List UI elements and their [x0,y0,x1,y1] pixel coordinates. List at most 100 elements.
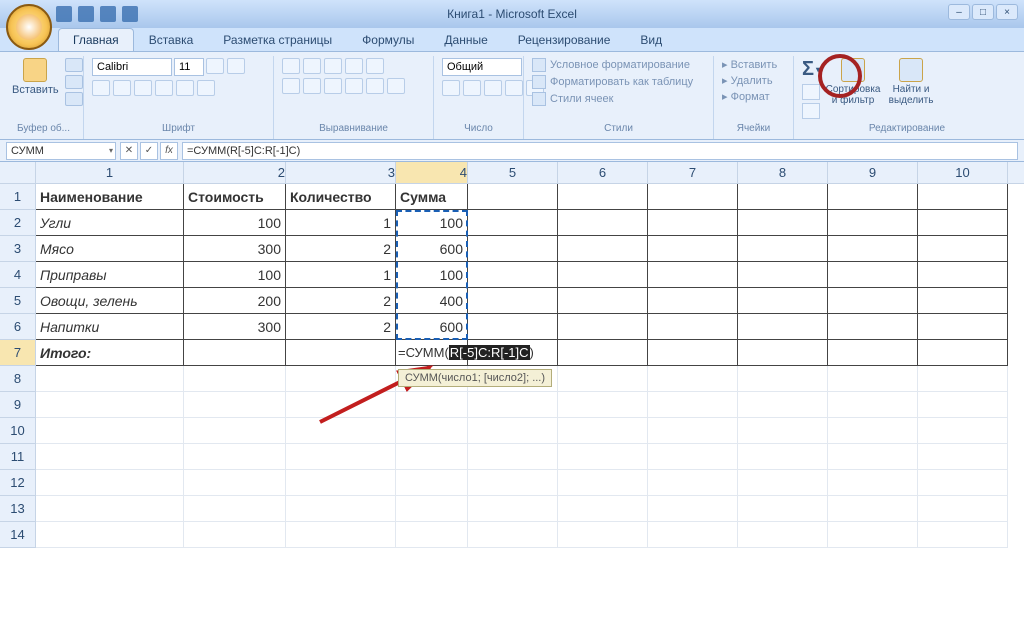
cell[interactable] [738,288,828,314]
name-box[interactable]: СУММ▾ [6,142,116,160]
cell[interactable]: 600 [396,236,468,262]
cell[interactable]: Мясо [36,236,184,262]
tab-data[interactable]: Данные [429,28,502,51]
shrink-font-icon[interactable] [227,58,245,74]
cell[interactable] [286,522,396,548]
cell[interactable] [468,496,558,522]
cancel-formula-icon[interactable]: ✕ [120,142,138,160]
cell[interactable] [286,392,396,418]
cell[interactable]: Напитки [36,314,184,340]
cell[interactable] [558,262,648,288]
cell[interactable] [468,184,558,210]
cell[interactable] [918,236,1008,262]
cell[interactable] [828,366,918,392]
cell[interactable] [36,444,184,470]
col-header[interactable]: 10 [918,162,1008,183]
cell[interactable] [648,470,738,496]
autosum-button[interactable]: Σ▾ [802,58,820,81]
cell[interactable] [918,392,1008,418]
cell[interactable]: 2 [286,288,396,314]
cell[interactable] [468,470,558,496]
merge-center-icon[interactable] [387,78,405,94]
cell[interactable]: 100 [184,210,286,236]
cell[interactable] [828,522,918,548]
percent-icon[interactable] [463,80,481,96]
cell[interactable] [828,340,918,366]
cell[interactable] [36,470,184,496]
cell[interactable]: 300 [184,236,286,262]
font-color-icon[interactable] [197,80,215,96]
cell[interactable] [918,496,1008,522]
cell[interactable] [738,418,828,444]
cell[interactable] [918,314,1008,340]
tab-page-layout[interactable]: Разметка страницы [208,28,347,51]
cell[interactable]: 200 [184,288,286,314]
cell[interactable] [828,444,918,470]
cell[interactable] [468,444,558,470]
cell[interactable] [918,366,1008,392]
cell[interactable] [396,392,468,418]
cell[interactable] [558,496,648,522]
cell[interactable] [648,340,738,366]
align-right-icon[interactable] [324,78,342,94]
close-button[interactable]: × [996,4,1018,20]
format-painter-icon[interactable] [65,92,83,106]
align-bottom-icon[interactable] [324,58,342,74]
align-center-icon[interactable] [303,78,321,94]
fill-icon[interactable] [802,84,820,100]
col-header[interactable]: 2 [184,162,286,183]
align-middle-icon[interactable] [303,58,321,74]
align-top-icon[interactable] [282,58,300,74]
cell[interactable] [738,444,828,470]
cell[interactable]: Сумма [396,184,468,210]
delete-cells-button[interactable]: ▸ Удалить [722,74,773,87]
cell[interactable] [184,340,286,366]
cell[interactable] [558,522,648,548]
row-header[interactable]: 1 [0,184,36,210]
cell[interactable] [648,366,738,392]
cell[interactable] [918,470,1008,496]
row-header[interactable]: 12 [0,470,36,496]
cell[interactable] [648,496,738,522]
row-header[interactable]: 9 [0,392,36,418]
cell[interactable] [184,470,286,496]
comma-icon[interactable] [484,80,502,96]
tab-home[interactable]: Главная [58,28,134,51]
active-cell[interactable]: =СУММ(R[-5]C:R[-1]C) СУММ(число1; [число… [396,345,534,360]
cell[interactable]: 1 [286,210,396,236]
cell[interactable] [918,288,1008,314]
cell[interactable] [184,496,286,522]
cell[interactable] [828,288,918,314]
cell[interactable] [286,366,396,392]
tab-formulas[interactable]: Формулы [347,28,429,51]
sort-filter-button[interactable]: Сортировка и фильтр [828,58,878,106]
cell[interactable] [558,340,648,366]
cell[interactable]: 600 [396,314,468,340]
cell[interactable] [558,444,648,470]
cell[interactable] [184,522,286,548]
conditional-formatting-button[interactable]: Условное форматирование [532,58,690,72]
cell[interactable]: Овощи, зелень [36,288,184,314]
cell[interactable] [468,288,558,314]
office-button[interactable] [6,4,52,50]
cell[interactable] [396,522,468,548]
cell[interactable] [738,262,828,288]
cell[interactable]: Угли [36,210,184,236]
cell[interactable] [558,184,648,210]
cell[interactable] [738,392,828,418]
formula-bar[interactable]: =СУММ(R[-5]C:R[-1]C) [182,142,1018,160]
cell[interactable] [36,392,184,418]
col-header[interactable]: 4 [396,162,468,183]
row-header[interactable]: 5 [0,288,36,314]
cell[interactable] [828,496,918,522]
cell[interactable] [738,366,828,392]
tab-review[interactable]: Рецензирование [503,28,626,51]
cell[interactable] [648,288,738,314]
cell[interactable] [918,522,1008,548]
cell[interactable] [648,392,738,418]
increase-decimal-icon[interactable] [505,80,523,96]
cell[interactable] [286,340,396,366]
col-header[interactable]: 5 [468,162,558,183]
cell[interactable] [36,496,184,522]
cell[interactable] [468,210,558,236]
